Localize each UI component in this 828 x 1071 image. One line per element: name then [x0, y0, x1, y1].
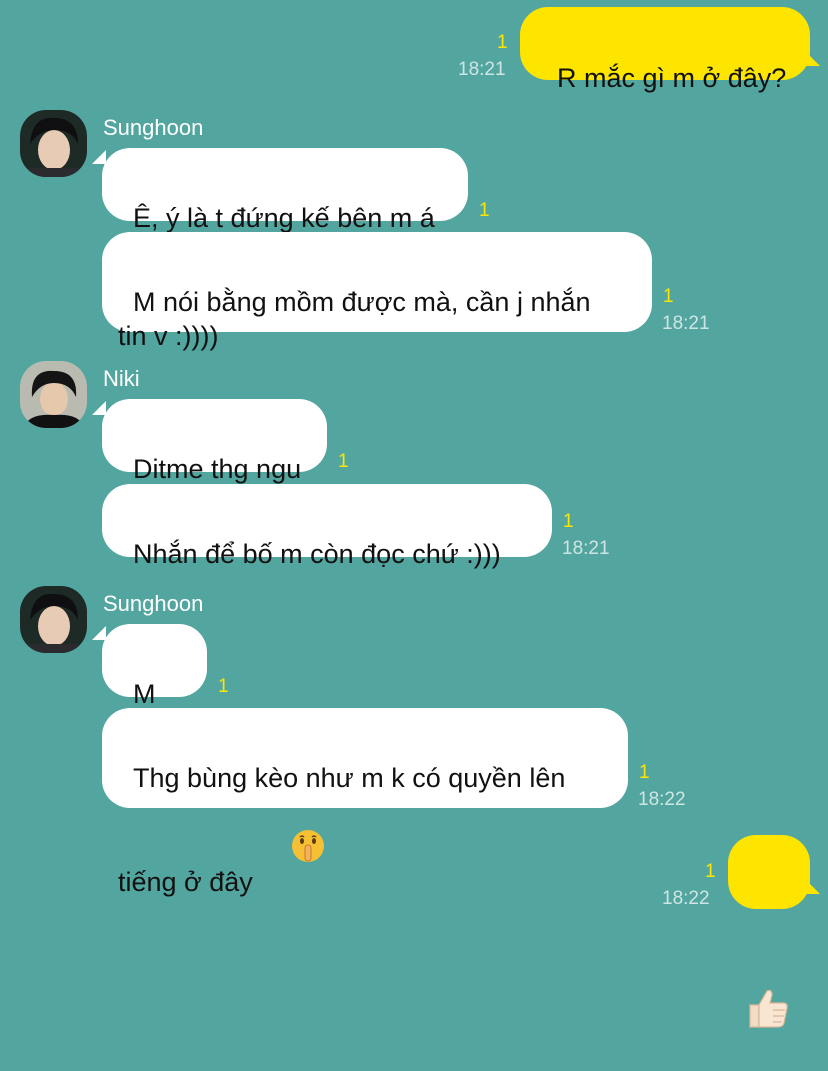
- bubble-tail: [92, 626, 106, 640]
- shushing-face-icon: [261, 795, 325, 905]
- incoming-message[interactable]: Ditme thg ngu: [102, 399, 327, 484]
- read-counter: 1: [639, 762, 650, 783]
- read-counter: 1: [497, 32, 508, 53]
- message-text: Thg bùng kèo như m k có quyền lên tiếng …: [118, 763, 566, 897]
- message-text: Ditme thg ngu: [133, 454, 302, 484]
- bubble-tail: [806, 880, 820, 894]
- read-counter: 1: [479, 200, 490, 221]
- incoming-message[interactable]: Nhắn để bố m còn đọc chứ :))): [102, 484, 552, 569]
- sunghoon-avatar[interactable]: [20, 586, 87, 653]
- bubble-tail: [92, 401, 106, 415]
- message-text: M nói bằng mồm được mà, cần j nhắn tin v…: [118, 287, 591, 351]
- thumbs-up-icon: [746, 919, 810, 1071]
- incoming-message[interactable]: M nói bằng mồm được mà, cần j nhắn tin v…: [102, 232, 652, 351]
- message-timestamp: 18:22: [662, 888, 710, 909]
- bubble-tail: [92, 150, 106, 164]
- bubble-tail: [806, 52, 820, 66]
- read-counter: 1: [663, 286, 674, 307]
- message-timestamp: 18:22: [638, 789, 686, 810]
- incoming-message[interactable]: Ê, ý là t đứng kế bên m á: [102, 148, 468, 233]
- incoming-message[interactable]: M nín: [102, 624, 207, 743]
- message-timestamp: 18:21: [458, 59, 506, 80]
- niki-avatar[interactable]: [20, 361, 87, 428]
- message-text: Nhắn để bố m còn đọc chứ :))): [133, 539, 501, 569]
- outgoing-message[interactable]: [728, 835, 810, 1028]
- message-timestamp: 18:21: [662, 313, 710, 334]
- read-counter: 1: [218, 676, 229, 697]
- message-text: R mắc gì m ở đây?: [557, 63, 787, 93]
- incoming-message[interactable]: Thg bùng kèo như m k có quyền lên tiếng …: [102, 708, 628, 897]
- sender-name: Sunghoon: [103, 115, 204, 140]
- sender-name: Niki: [103, 366, 140, 391]
- read-counter: 1: [563, 511, 574, 532]
- message-timestamp: 18:21: [562, 538, 610, 559]
- message-text: Ê, ý là t đứng kế bên m á: [133, 203, 435, 233]
- sender-name: Sunghoon: [103, 591, 204, 616]
- sunghoon-avatar[interactable]: [20, 110, 87, 177]
- read-counter: 1: [705, 861, 716, 882]
- read-counter: 1: [338, 451, 349, 472]
- outgoing-message[interactable]: R mắc gì m ở đây?: [520, 7, 810, 93]
